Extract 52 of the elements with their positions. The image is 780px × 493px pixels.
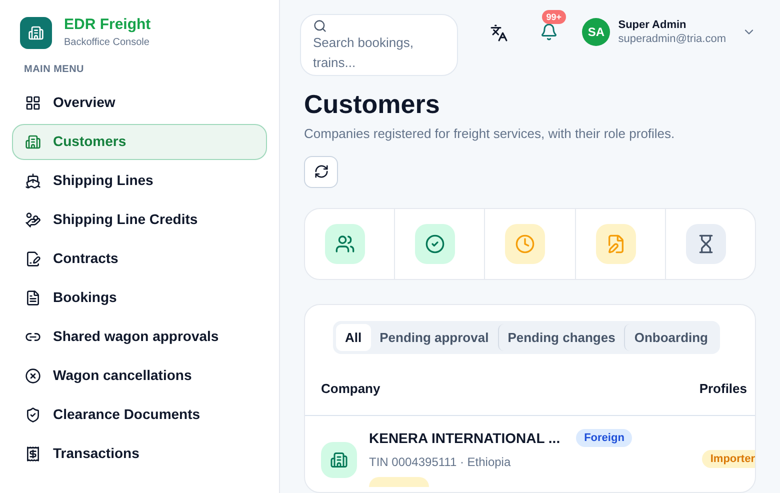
- document-icon: [25, 290, 41, 306]
- sidebar-item[interactable]: Shipping Line Credits: [12, 202, 267, 238]
- filter-tab[interactable]: All: [336, 324, 371, 351]
- check-circle-icon: [425, 234, 446, 254]
- sidebar-item[interactable]: Shared wagon approvals: [12, 318, 267, 355]
- building-icon: [25, 134, 41, 150]
- shield-check-icon: [25, 406, 41, 423]
- search-field[interactable]: Search bookings, trains...: [300, 14, 458, 76]
- receipt-icon: [25, 446, 41, 462]
- refresh-icon: [314, 164, 328, 180]
- sidebar-item[interactable]: Shipping Lines: [12, 162, 267, 199]
- file-edit-icon: [606, 234, 626, 254]
- user-email: superadmin@tria.com: [618, 32, 726, 46]
- search-icon: [313, 19, 327, 33]
- sidebar-item[interactable]: Bookings: [12, 280, 267, 316]
- contract-icon: [25, 250, 41, 267]
- users-icon: [335, 234, 355, 254]
- grid-icon: [25, 94, 41, 111]
- page-title: Customers: [304, 88, 441, 120]
- column-header: Company: [321, 380, 380, 398]
- clock-icon: [515, 234, 536, 254]
- brand-subtitle: Backoffice Console: [64, 36, 150, 50]
- ship-icon: [25, 172, 41, 189]
- company-details: TIN 0004395111 · Ethiopia: [369, 454, 512, 471]
- section-label: MAIN MENU: [23, 62, 86, 77]
- notification-bell-icon[interactable]: [540, 23, 558, 41]
- sidebar-item[interactable]: Customers: [12, 124, 267, 160]
- filter-tab[interactable]: Pending approval: [370, 324, 498, 351]
- sidebar-item[interactable]: Clearance Documents: [12, 396, 267, 433]
- filter-tab[interactable]: Pending changes: [498, 324, 624, 351]
- user-name: Super Admin: [618, 18, 688, 32]
- notification-badge: 99+: [542, 10, 566, 24]
- page-subtitle: Companies registered for freight services, with their role profiles.: [304, 125, 676, 144]
- sidebar-item[interactable]: Overview: [12, 84, 267, 121]
- status-badge: [369, 476, 429, 487]
- company-icon: [321, 442, 357, 478]
- profile-badge: Importer: [702, 450, 755, 468]
- sidebar-item[interactable]: Transactions: [12, 436, 267, 472]
- sidebar-item[interactable]: Contracts: [12, 240, 267, 277]
- user-avatar: SA: [582, 18, 610, 46]
- origin-badge: Foreign: [576, 429, 632, 448]
- filter-tab[interactable]: Onboarding: [624, 324, 718, 351]
- translate-icon[interactable]: [490, 24, 508, 42]
- column-header: Profiles: [699, 380, 747, 398]
- brand-name: EDR Freight: [64, 16, 151, 35]
- logo-icon: [20, 16, 52, 49]
- sidebar-item[interactable]: Wagon cancellations: [12, 358, 267, 394]
- search-placeholder: Search bookings, trains...: [313, 34, 414, 72]
- refresh-button[interactable]: [304, 156, 338, 188]
- hand-coins-icon: [25, 212, 41, 228]
- circle-x-icon: [25, 368, 41, 384]
- company-name: KENERA INTERNATIONAL ...: [369, 428, 560, 448]
